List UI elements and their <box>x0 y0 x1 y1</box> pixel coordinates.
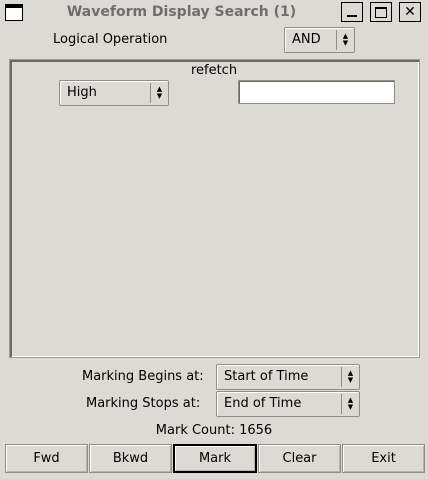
mark-count-text: Mark Count: 1656 <box>155 423 273 438</box>
signal-name-label: refetch <box>190 63 238 78</box>
logical-operation-select[interactable]: AND ▲ ▼ <box>284 27 355 53</box>
updown-arrows-icon: ▲ ▼ <box>341 367 359 387</box>
title-bar: Waveform Display Search (1) ✕ <box>0 0 428 25</box>
close-button[interactable]: ✕ <box>399 2 421 22</box>
logical-operation-label: Logical Operation <box>53 32 168 47</box>
updown-arrows-icon: ▲ ▼ <box>336 30 354 50</box>
signal-condition-select[interactable]: High ▲ ▼ <box>59 80 169 106</box>
logical-operation-value: AND <box>292 32 321 47</box>
marking-begins-label: Marking Begins at: <box>82 369 204 384</box>
exit-button[interactable]: Exit <box>342 444 425 473</box>
window-title: Waveform Display Search (1) <box>66 4 297 20</box>
marking-begins-value: Start of Time <box>224 369 309 384</box>
mark-button[interactable]: Mark <box>173 444 257 473</box>
window-menu-icon[interactable] <box>5 4 23 21</box>
signal-condition-value: High <box>67 85 97 100</box>
marking-stops-value: End of Time <box>224 396 302 411</box>
maximize-button[interactable] <box>370 2 392 22</box>
marking-stops-label: Marking Stops at: <box>86 396 201 411</box>
minimize-icon <box>347 15 357 17</box>
minimize-button[interactable] <box>341 2 363 22</box>
updown-arrows-icon: ▲ ▼ <box>150 83 168 103</box>
bkwd-button[interactable]: Bkwd <box>89 444 172 473</box>
maximize-icon <box>375 6 387 18</box>
marking-begins-select[interactable]: Start of Time ▲ ▼ <box>216 364 360 390</box>
updown-arrows-icon: ▲ ▼ <box>341 394 359 414</box>
marking-stops-select[interactable]: End of Time ▲ ▼ <box>216 391 360 417</box>
close-icon: ✕ <box>404 4 416 20</box>
fwd-button[interactable]: Fwd <box>5 444 88 473</box>
clear-button[interactable]: Clear <box>258 444 341 473</box>
signal-value-input[interactable] <box>238 80 395 104</box>
